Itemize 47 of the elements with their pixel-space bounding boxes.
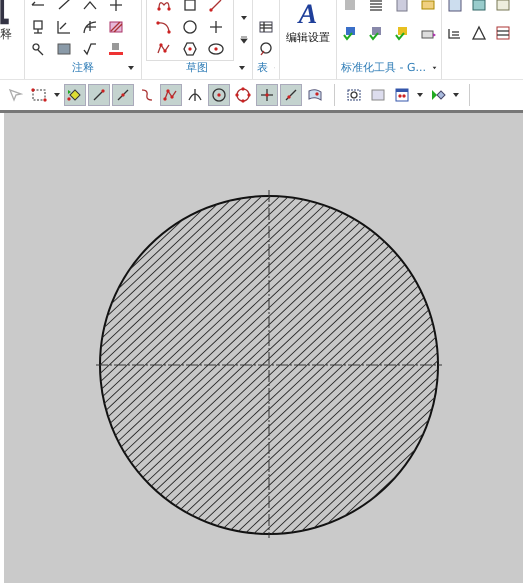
paint-bucket-icon[interactable] xyxy=(108,41,124,57)
tangent-icon xyxy=(187,87,203,104)
polyline-icon xyxy=(163,87,179,104)
arc-icon[interactable] xyxy=(156,19,172,35)
ellipse-icon[interactable] xyxy=(208,41,224,57)
circle-quadrant-icon xyxy=(235,87,251,104)
curve-icon xyxy=(139,87,155,104)
box-select-icon xyxy=(31,87,47,104)
circle-center-icon xyxy=(211,87,227,104)
hexagon-icon[interactable] xyxy=(182,41,198,57)
polyline-button[interactable] xyxy=(160,84,182,106)
circle-center-button[interactable] xyxy=(208,84,230,106)
arc-icon[interactable] xyxy=(156,0,172,13)
hatched-circle[interactable] xyxy=(99,195,439,535)
line-icon[interactable] xyxy=(208,0,224,13)
line-endpoint-button[interactable] xyxy=(88,84,110,106)
scroll-down-icon[interactable] xyxy=(240,14,248,22)
angle-icon[interactable] xyxy=(56,19,72,35)
group-label: 标准化工具 - G... xyxy=(341,60,426,76)
edit-settings-button[interactable]: A 编辑设置 xyxy=(284,0,332,45)
group-label: 草图 xyxy=(186,60,208,76)
hatch-icon[interactable] xyxy=(108,19,124,35)
snap-nodes-icon xyxy=(67,87,83,104)
cross-icon[interactable] xyxy=(208,19,224,35)
triangle-icon[interactable] xyxy=(471,25,487,41)
sheet-icon[interactable] xyxy=(447,0,463,13)
zoom-window-icon xyxy=(346,87,362,104)
surface-finish-icon[interactable] xyxy=(82,41,98,57)
help-balloon-icon[interactable] xyxy=(258,41,274,57)
window-icon xyxy=(394,87,410,104)
box-icon[interactable] xyxy=(394,25,410,41)
arc-dimension-icon[interactable] xyxy=(82,19,98,35)
group-label: 注释 xyxy=(72,60,94,76)
pointer-icon xyxy=(7,87,23,104)
nearest-point-button[interactable] xyxy=(280,84,302,106)
group-label: 表 xyxy=(257,60,268,76)
snap-nodes-button[interactable] xyxy=(64,84,86,106)
target-icon[interactable] xyxy=(108,0,124,13)
ribbon-label: 释 xyxy=(0,26,12,43)
zoom-icon[interactable] xyxy=(30,41,46,57)
expand-icon[interactable] xyxy=(240,36,248,44)
intersection-icon xyxy=(259,87,275,104)
intersection-button[interactable] xyxy=(256,84,278,106)
tool-icon[interactable] xyxy=(368,25,384,41)
part-icon[interactable] xyxy=(342,25,358,41)
line-midpoint-button[interactable] xyxy=(112,84,134,106)
surface-icon xyxy=(307,87,323,104)
